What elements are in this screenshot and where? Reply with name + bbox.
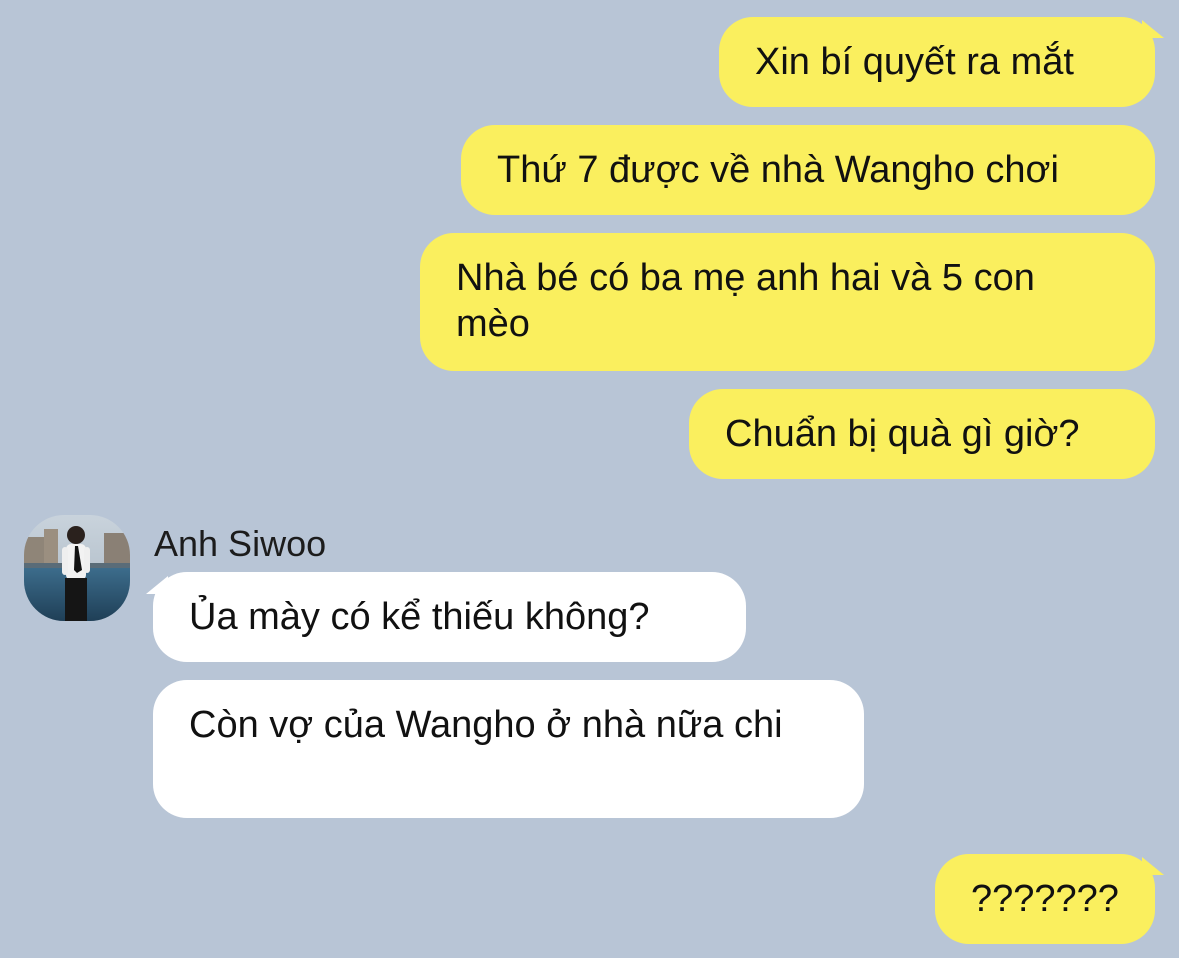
incoming-message[interactable]: Ủa mày có kể thiếu không? bbox=[153, 572, 746, 662]
message-text: Nhà bé có ba mẹ anh hai và 5 con mèo bbox=[456, 257, 1035, 345]
outgoing-message[interactable]: ??????? bbox=[935, 854, 1155, 944]
message-text: Thứ 7 được về nhà Wangho chơi bbox=[497, 149, 1059, 191]
outgoing-message[interactable]: Nhà bé có ba mẹ anh hai và 5 con mèo bbox=[420, 233, 1155, 371]
bubble-tail bbox=[1142, 857, 1164, 875]
outgoing-message[interactable]: Thứ 7 được về nhà Wangho chơi bbox=[461, 125, 1155, 215]
bubble-tail bbox=[1142, 20, 1164, 38]
profile-photo-icon bbox=[24, 515, 130, 621]
message-text: Ủa mày có kể thiếu không? bbox=[189, 596, 650, 638]
message-text: ??????? bbox=[971, 878, 1119, 920]
message-text: Chuẩn bị quà gì giờ? bbox=[725, 413, 1080, 455]
sender-name: Anh Siwoo bbox=[154, 523, 327, 564]
message-text: Xin bí quyết ra mắt bbox=[755, 41, 1074, 83]
contact-avatar[interactable] bbox=[24, 515, 130, 621]
outgoing-message[interactable]: Chuẩn bị quà gì giờ? bbox=[689, 389, 1155, 479]
incoming-message[interactable]: Còn vợ của Wangho ở nhà nữa chi bbox=[153, 680, 864, 818]
outgoing-message[interactable]: Xin bí quyết ra mắt bbox=[719, 17, 1155, 107]
message-text: Còn vợ của Wangho ở nhà nữa chi bbox=[189, 704, 783, 746]
